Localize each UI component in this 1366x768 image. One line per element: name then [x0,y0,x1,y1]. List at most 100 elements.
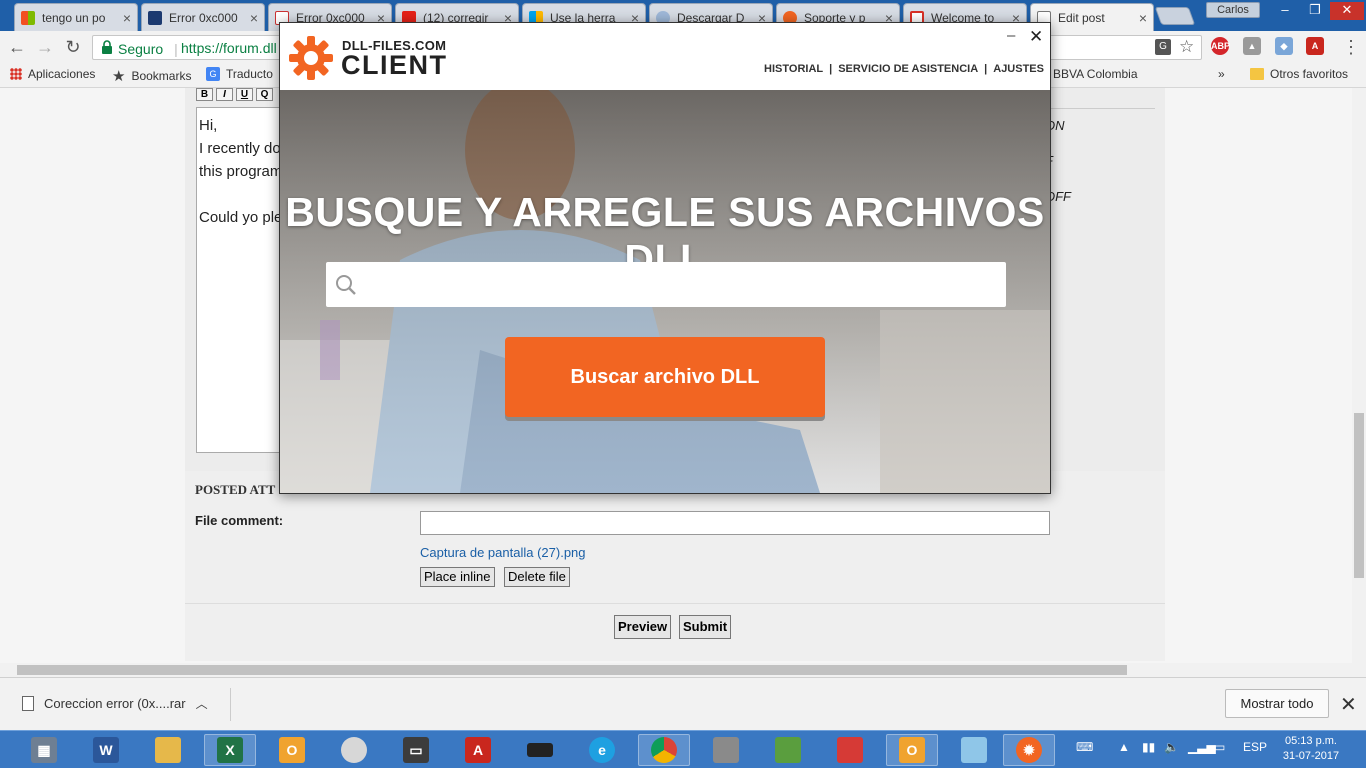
nav-support[interactable]: SERVICIO DE ASISTENCIA [838,63,978,75]
tab-2[interactable]: Error 0xc000 × [141,3,265,31]
submit-button[interactable]: Submit [679,615,732,639]
post-body-textarea[interactable]: Hi, I recently do this program Could yo … [196,107,286,453]
tab-1[interactable]: tengo un po × [14,3,138,31]
close-tab-icon[interactable]: × [123,10,131,26]
taskbar-ie[interactable]: e [576,734,628,766]
taskbar-outlook[interactable]: O [266,734,318,766]
taskbar-outlook-2[interactable]: O [886,734,938,766]
bookmark-other-folder[interactable]: Otros favoritos [1250,67,1348,81]
signal-icon[interactable]: ▁▃▅ [1188,740,1216,754]
person-icon [713,737,739,763]
post-line: this program [199,163,283,180]
forward-button[interactable]: → [34,36,56,58]
file-comment-label: File comment: [195,513,284,528]
close-popup-button[interactable]: ✕ [1029,27,1043,47]
minimize-popup-button[interactable]: – [1007,27,1015,44]
delete-file-button[interactable]: Delete file [504,567,570,587]
dll-client-header: DLL-FILES.COM CLIENT HISTORIAL | SERVICIO… [280,23,1050,90]
close-window-button[interactable]: ✕ [1330,2,1364,20]
taskbar-contacts[interactable] [700,734,752,766]
windows-taskbar: ▦ W X O ▭ A e O ✹ ⌨ ▲ ▮▮ 🔈 ▁▃▅ ▭ ESP 05:… [0,730,1366,768]
taskbar-calculator[interactable]: ▦ [18,734,70,766]
bookmark-label: Otros favoritos [1270,67,1349,81]
bookmark-bookmarks[interactable]: ★ Bookmarks [112,67,191,85]
pdf-icon[interactable]: A [1306,37,1324,55]
bookmark-bbva[interactable]: BBVA Colombia [1053,67,1138,81]
dll-gear-logo-icon [286,33,336,86]
file-comment-input[interactable] [420,511,1050,535]
bookmark-apps[interactable]: Aplicaciones [10,67,95,81]
reload-button[interactable]: ↻ [62,36,84,58]
taskbar-paint[interactable] [328,734,380,766]
preview-button[interactable]: Preview [614,615,672,639]
star-icon[interactable]: ☆ [1179,37,1194,57]
device-icon [527,743,553,757]
taskbar-explorer[interactable] [142,734,194,766]
adblock-icon[interactable]: ABP [1211,37,1230,55]
new-tab-button[interactable] [1154,7,1196,25]
dropbox-icon[interactable]: ◆ [1275,37,1293,55]
taskbar-camera[interactable] [824,734,876,766]
tab-title: Error 0xc000 [169,10,238,25]
bookmarks-overflow-button[interactable]: » [1218,67,1225,81]
back-button[interactable]: ← [6,36,28,58]
outlook-icon: O [899,737,925,763]
taskbar-chrome[interactable] [638,734,690,766]
taskbar-device[interactable] [514,734,566,766]
bookmark-translator[interactable]: G Traducto [206,67,273,81]
dll-gear-icon: ✹ [1016,737,1042,763]
taskbar-acrobat[interactable]: A [452,734,504,766]
pdf-icon: A [465,737,491,763]
outlook-icon: O [279,737,305,763]
taskbar-publisher[interactable] [762,734,814,766]
show-hidden-icons-button[interactable]: ▲ [1118,740,1130,754]
profile-button[interactable]: Carlos [1206,2,1260,18]
bookmark-label: Bookmarks [131,69,192,83]
restore-window-button[interactable]: ❐ [1300,2,1330,20]
taskbar-computer[interactable]: ▭ [390,734,442,766]
download-item[interactable]: Coreccion error (0x....rar ︿ [22,695,208,712]
translate-icon[interactable]: G [1155,39,1171,55]
horizontal-scrollbar-thumb[interactable] [17,665,1127,675]
taskbar-notes[interactable] [948,734,1000,766]
italic-button[interactable]: I [216,88,233,101]
attachment-file-link[interactable]: Captura de pantalla (27).png [420,545,586,560]
download-bar: Coreccion error (0x....rar ︿ Mostrar tod… [0,677,1366,730]
battery-icon[interactable]: ▭ [1214,740,1225,754]
nav-historial[interactable]: HISTORIAL [764,63,823,75]
volume-icon[interactable]: 🔈 [1164,740,1179,754]
computer-icon: ▭ [403,737,429,763]
dll-search-input[interactable] [326,262,1006,307]
taskbar-word[interactable]: W [80,734,132,766]
minimize-window-button[interactable]: – [1270,2,1300,20]
post-line: I recently do [199,140,281,157]
keyboard-icon[interactable]: ⌨ [1076,740,1093,754]
vertical-scrollbar-thumb[interactable] [1354,413,1364,578]
site-logo-icon [148,10,162,25]
dll-client-nav: HISTORIAL | SERVICIO DE ASISTENCIA | AJUST… [764,63,1044,75]
search-dll-button[interactable]: Buscar archivo DLL [505,337,825,417]
taskbar-excel[interactable]: X [204,734,256,766]
close-tab-icon[interactable]: × [250,10,258,26]
nav-separator: | [984,63,988,75]
place-inline-button[interactable]: Place inline [420,567,495,587]
file-icon [22,696,34,711]
chevron-up-icon[interactable]: ︿ [196,695,208,712]
show-all-downloads-button[interactable]: Mostrar todo [1225,689,1329,718]
clock[interactable]: 05:13 p.m. 31-07-2017 [1278,734,1344,764]
secure-indicator[interactable]: Seguro | [101,40,178,57]
taskbar-dll-client[interactable]: ✹ [1003,734,1055,766]
underline-button[interactable]: U [236,88,253,101]
lock-icon [101,40,113,57]
close-tab-icon[interactable]: × [1139,10,1147,26]
bold-button[interactable]: B [196,88,213,101]
network-icon[interactable]: ▮▮ [1142,740,1155,754]
drive-icon[interactable]: ▲ [1243,37,1261,55]
quote-button[interactable]: Q [256,88,273,101]
language-indicator[interactable]: ESP [1243,740,1267,754]
excel-icon: X [217,737,243,763]
close-download-bar-icon[interactable]: ✕ [1340,692,1357,717]
nav-settings[interactable]: AJUSTES [993,63,1044,75]
translate-icon: G [206,67,220,81]
chrome-menu-icon[interactable]: ⋮ [1340,36,1362,58]
